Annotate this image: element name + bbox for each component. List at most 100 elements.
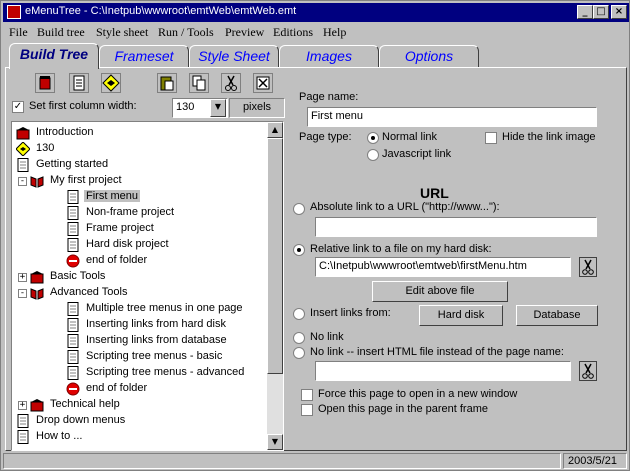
tree-node-label: end of folder <box>86 254 148 266</box>
tab-frameset[interactable]: Frameset <box>99 45 189 67</box>
tree-node-label: 130 <box>36 142 55 154</box>
stop-icon <box>66 382 80 396</box>
absolute-url-input[interactable] <box>315 217 597 237</box>
tree-node-label: Basic Tools <box>50 270 106 282</box>
scroll-thumb[interactable] <box>267 138 283 374</box>
menu-build-tree[interactable]: Build tree <box>37 25 85 40</box>
menu-file[interactable]: File <box>9 25 28 40</box>
url-heading: URL <box>420 185 449 201</box>
yellow-diamond-icon <box>16 142 30 156</box>
insert-links-radio[interactable] <box>293 308 305 320</box>
page-icon <box>67 190 79 204</box>
hide-link-image-checkbox[interactable] <box>485 132 497 144</box>
page-icon <box>67 350 79 364</box>
page-icon <box>67 302 79 316</box>
add-page-icon[interactable] <box>69 73 89 93</box>
menu-style-sheet[interactable]: Style sheet <box>96 25 148 40</box>
no-link-radio[interactable] <box>293 332 305 344</box>
collapse-icon[interactable]: - <box>18 177 27 186</box>
scroll-down-button[interactable]: ▼ <box>267 434 283 450</box>
tab-images[interactable]: Images <box>279 45 379 67</box>
tree-node-label: Frame project <box>86 222 154 234</box>
tab-options[interactable]: Options <box>379 45 479 67</box>
relative-path-input[interactable]: C:\Inetpub\wwwroot\emtweb\firstMenu.htm <box>315 257 571 277</box>
tree-node-label: First menu <box>84 190 140 202</box>
open-book-icon <box>30 288 44 300</box>
tab-build-tree[interactable]: Build Tree <box>9 43 99 69</box>
tree-node-label: Scripting tree menus - basic <box>86 350 223 362</box>
relative-link-radio[interactable] <box>293 244 305 256</box>
expand-icon[interactable]: + <box>18 273 27 282</box>
tree-node-label: Getting started <box>36 158 109 170</box>
tree-node-label: Introduction <box>36 126 94 138</box>
menu-bar: File Build tree Style sheet Run / Tools … <box>3 23 629 41</box>
title-bar: eMenuTree - C:\Inetpub\wwwroot\emtWeb\em… <box>3 3 629 22</box>
collapse-icon[interactable]: - <box>18 289 27 298</box>
page-icon <box>17 430 29 444</box>
tree-node-label: Hard disk project <box>86 238 169 250</box>
force-new-window-label: Force this page to open in a new window <box>318 388 518 400</box>
tree-node-label: Technical help <box>50 398 120 410</box>
insert-links-label: Insert links from: <box>310 307 391 319</box>
tree-node-label: How to ... <box>36 430 83 442</box>
menu-editions[interactable]: Editions <box>273 25 313 40</box>
copy-icon[interactable] <box>189 73 209 93</box>
add-separator-icon[interactable] <box>101 73 121 93</box>
tree-node-label: Drop down menus <box>36 414 126 426</box>
tree-node-label: My first project <box>50 174 122 186</box>
menu-preview[interactable]: Preview <box>225 25 264 40</box>
page-icon <box>67 206 79 220</box>
javascript-link-label: Javascript link <box>382 148 452 160</box>
open-parent-frame-checkbox[interactable] <box>301 404 313 416</box>
javascript-link-radio[interactable] <box>367 149 379 161</box>
delete-icon[interactable] <box>253 73 273 93</box>
scissors-icon[interactable] <box>579 257 597 277</box>
page-icon <box>67 238 79 252</box>
hide-link-image-label: Hide the link image <box>502 131 596 143</box>
paste-icon[interactable] <box>157 73 177 93</box>
app-window: eMenuTree - C:\Inetpub\wwwroot\emtWeb\em… <box>0 0 630 471</box>
open-book-icon <box>30 176 44 188</box>
tree-node-label: Inserting links from database <box>86 334 227 346</box>
html-file-input[interactable] <box>315 361 571 381</box>
tree-node-label: Non-frame project <box>86 206 175 218</box>
tree-node-label: Multiple tree menus in one page <box>86 302 243 314</box>
no-link-html-label: No link -- insert HTML file instead of t… <box>310 346 564 358</box>
page-icon <box>67 366 79 380</box>
red-book-icon <box>16 127 30 140</box>
column-width-dropdown-arrow[interactable]: ▼ <box>210 99 226 117</box>
page-name-input[interactable]: First menu <box>307 107 597 127</box>
tree-node-label: Advanced Tools <box>50 286 128 298</box>
tree-scrollbar[interactable]: ▲ ▼ <box>267 122 283 450</box>
scissors-icon[interactable] <box>579 361 597 381</box>
minimize-button[interactable]: _ <box>577 5 593 19</box>
page-icon <box>17 414 29 428</box>
stop-icon <box>66 254 80 268</box>
hard-disk-button[interactable]: Hard disk <box>419 305 503 326</box>
tree-node-label: Inserting links from hard disk <box>86 318 226 330</box>
red-book-icon <box>30 271 44 284</box>
add-folder-icon[interactable] <box>35 73 55 93</box>
column-width-checkbox[interactable]: ✓ <box>12 101 24 113</box>
red-book-icon <box>30 399 44 412</box>
force-new-window-checkbox[interactable] <box>301 389 313 401</box>
absolute-link-radio[interactable] <box>293 203 305 215</box>
menu-tree[interactable]: Introduction 130 Getting started My first p… <box>11 121 284 451</box>
edit-file-button[interactable]: Edit above file <box>372 281 508 302</box>
normal-link-radio[interactable] <box>367 132 379 144</box>
menu-help[interactable]: Help <box>323 25 346 40</box>
no-link-html-radio[interactable] <box>293 347 305 359</box>
close-button[interactable]: × <box>611 5 627 19</box>
expand-icon[interactable]: + <box>18 401 27 410</box>
maximize-button[interactable]: □ <box>593 5 609 19</box>
scroll-up-button[interactable]: ▲ <box>267 122 283 138</box>
column-width-unit: pixels <box>229 98 285 118</box>
tab-style-sheet[interactable]: Style Sheet <box>189 45 279 67</box>
status-date: 2003/5/21 <box>563 453 627 469</box>
relative-link-label: Relative link to a file on my hard disk: <box>310 243 492 255</box>
open-parent-frame-label: Open this page in the parent frame <box>318 403 488 415</box>
database-button[interactable]: Database <box>516 305 598 326</box>
cut-icon[interactable] <box>221 73 241 93</box>
menu-run-tools[interactable]: Run / Tools <box>158 25 214 40</box>
no-link-label: No link <box>310 331 344 343</box>
